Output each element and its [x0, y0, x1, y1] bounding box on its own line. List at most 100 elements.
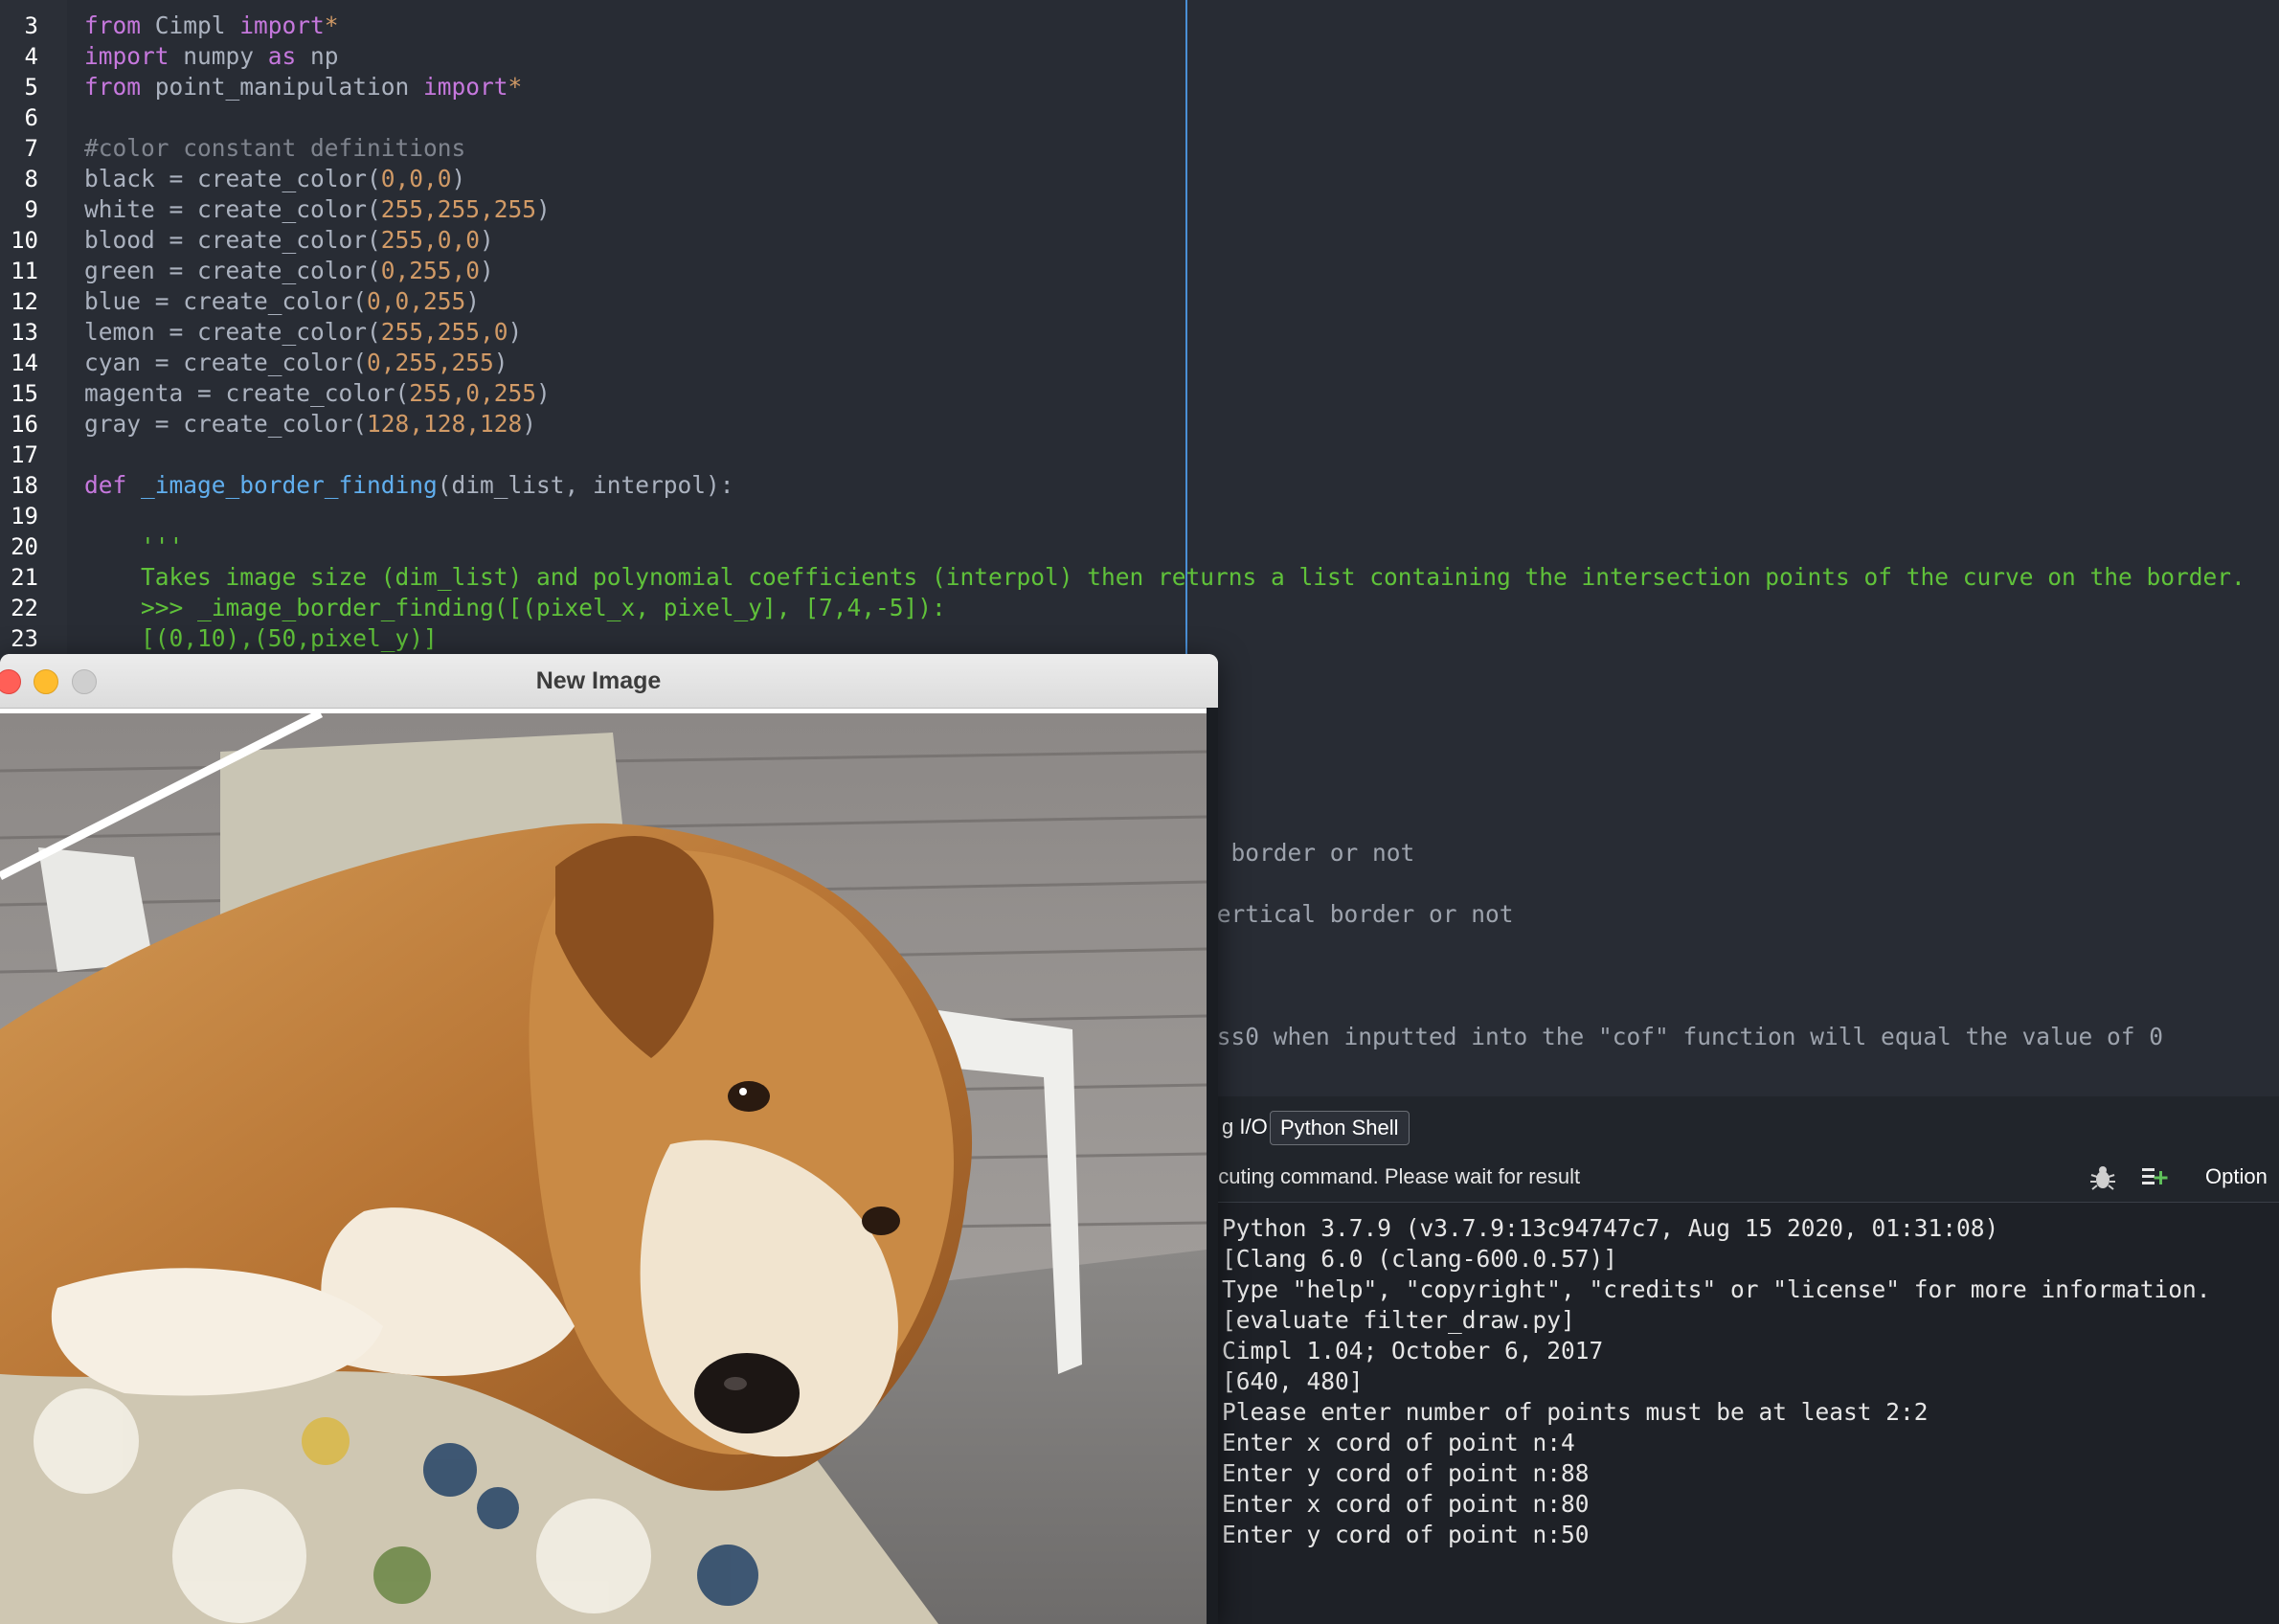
assignment: white = create_color( [84, 195, 381, 223]
paren: ) [536, 195, 551, 223]
python-console-panel[interactable]: g I/O Python Shell ecuting command. Plea… [1149, 1096, 2279, 1624]
module-name: Cimpl [141, 11, 240, 39]
assignment: green = create_color( [84, 257, 381, 284]
assignment: blue = create_color( [84, 287, 368, 315]
code-line: white = create_color(255,255,255) [84, 194, 551, 225]
window-titlebar[interactable]: New Image [0, 654, 1218, 709]
editor-ruler-line [1185, 0, 1187, 656]
number-args: 255,255,255 [380, 195, 537, 223]
debug-bug-icon[interactable] [2087, 1163, 2118, 1192]
image-canvas [0, 713, 1207, 1624]
assignment: black = create_color( [84, 165, 381, 192]
paren: ) [480, 257, 494, 284]
line-number: 8 [24, 166, 38, 192]
docstring-line: [(0,10),(50,pixel_y)] [84, 624, 438, 652]
keyword: import [84, 42, 169, 70]
module-name: point_manipulation [141, 73, 424, 101]
paren: ) [536, 379, 551, 407]
console-line: [640, 480] [1222, 1367, 1364, 1395]
console-line: Cimpl 1.04; October 6, 2017 [1222, 1337, 1604, 1365]
line-number: 14 [11, 350, 38, 376]
window-edge [1207, 708, 1218, 1624]
paren: ) [493, 349, 508, 376]
operator: * [508, 73, 523, 101]
console-line: [evaluate filter_draw.py] [1222, 1306, 1575, 1334]
paren: ) [522, 410, 537, 438]
number-args: 0,255,255 [367, 349, 494, 376]
code-line: lemon = create_color(255,255,0) [84, 317, 522, 348]
number-args: 128,128,128 [367, 410, 523, 438]
add-console-icon[interactable] [2139, 1163, 2170, 1192]
tab-debug-io[interactable]: g I/O [1218, 1111, 1272, 1143]
code-line: from Cimpl import* [84, 11, 339, 41]
number-args: 0,255,0 [380, 257, 481, 284]
line-number: 20 [11, 533, 38, 560]
code-comment-fragment: l border or not [1203, 839, 1415, 867]
image-window[interactable]: New Image [0, 654, 1218, 1624]
docstring-line: ''' [84, 532, 184, 560]
number-args: 0,0,0 [380, 165, 452, 192]
line-number: 11 [11, 258, 38, 284]
assignment: blood = create_color( [84, 226, 381, 254]
assignment: magenta = create_color( [84, 379, 410, 407]
line-number: 6 [24, 104, 38, 131]
assignment: lemon = create_color( [84, 318, 381, 346]
code-comment: #color constant definitions [84, 134, 466, 162]
line-number: 10 [11, 227, 38, 254]
console-tab-bar: g I/O Python Shell [1149, 1096, 2279, 1152]
line-number: 13 [11, 319, 38, 346]
console-line: Enter x cord of point n:4 [1222, 1429, 1575, 1456]
docstring-line: Takes image size (dim_list) and polynomi… [84, 563, 2245, 591]
console-line: Enter y cord of point n:88 [1222, 1459, 1590, 1487]
line-number: 15 [11, 380, 38, 407]
module-name: numpy [169, 42, 268, 70]
number-args: 255,0,255 [409, 379, 537, 407]
tab-python-shell[interactable]: Python Shell [1270, 1111, 1410, 1145]
line-number: 17 [11, 441, 38, 468]
console-line: Python 3.7.9 (v3.7.9:13c94747c7, Aug 15 … [1222, 1214, 1999, 1242]
console-line: Enter x cord of point n:80 [1222, 1490, 1590, 1518]
line-number: 5 [24, 74, 38, 101]
console-line: Enter y cord of point n:50 [1222, 1521, 1590, 1548]
keyword: import [423, 73, 508, 101]
line-number: 16 [11, 411, 38, 438]
assignment: gray = create_color( [84, 410, 368, 438]
window-title: New Image [535, 667, 662, 694]
function-name: _image_border_finding [126, 471, 438, 499]
code-line: blue = create_color(0,0,255) [84, 286, 480, 317]
code-line: def _image_border_finding(dim_list, inte… [84, 470, 734, 501]
code-line: magenta = create_color(255,0,255) [84, 378, 551, 409]
line-number: 21 [11, 564, 38, 591]
keyword: as [267, 42, 297, 70]
console-line: [Clang 6.0 (clang-600.0.57)] [1222, 1245, 1618, 1273]
line-number: 4 [24, 43, 38, 70]
keyword: def [84, 471, 127, 499]
code-line: blood = create_color(255,0,0) [84, 225, 494, 256]
code-line: from point_manipulation import* [84, 72, 522, 102]
code-line: cyan = create_color(0,255,255) [84, 348, 508, 378]
keyword: import [239, 11, 325, 39]
console-status-bar: ecuting command. Please wait for result … [1149, 1152, 2279, 1203]
line-number: 19 [11, 503, 38, 530]
code-comment-fragment: oss0 when inputted into the "cof" functi… [1203, 1023, 2164, 1050]
number-args: 0,0,255 [367, 287, 466, 315]
paren: ) [480, 226, 494, 254]
code-comment-fragment: vertical border or not [1203, 900, 1514, 928]
line-number: 18 [11, 472, 38, 499]
code-line: gray = create_color(128,128,128) [84, 409, 536, 440]
paren: ) [451, 165, 466, 192]
paren: ) [465, 287, 481, 315]
code-line: import numpy as np [84, 41, 339, 72]
status-text: ecuting command. Please wait for result [1207, 1164, 1581, 1188]
paren: ) [508, 318, 523, 346]
options-menu[interactable]: Option [2205, 1164, 2268, 1189]
console-output[interactable]: Python 3.7.9 (v3.7.9:13c94747c7, Aug 15 … [1222, 1213, 2211, 1550]
console-line: Please enter number of points must be at… [1222, 1398, 1929, 1426]
line-number: 7 [24, 135, 38, 162]
keyword: from [84, 11, 142, 39]
line-number: 22 [11, 595, 38, 621]
assignment: cyan = create_color( [84, 349, 368, 376]
module-alias: np [296, 42, 339, 70]
number-args: 255,0,0 [380, 226, 481, 254]
line-number: 12 [11, 288, 38, 315]
